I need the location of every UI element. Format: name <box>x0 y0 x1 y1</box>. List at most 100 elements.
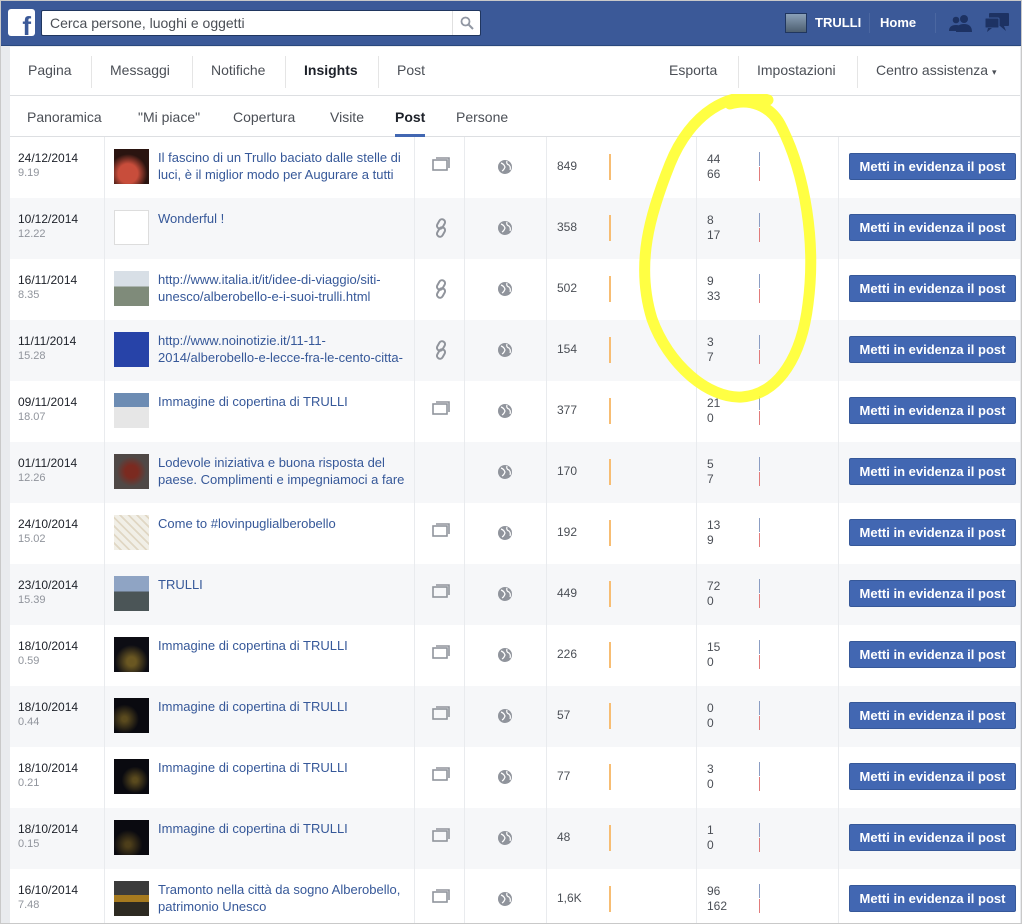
boost-post-button[interactable]: Metti in evidenza il post <box>849 519 1016 546</box>
boost-post-button[interactable]: Metti in evidenza il post <box>849 336 1016 363</box>
post-title-link[interactable]: Come to #lovinpuglialberobello <box>158 515 410 532</box>
photo-icon <box>432 584 450 603</box>
engagement-reactions: 66 <box>707 167 721 181</box>
help-center-menu[interactable]: Centro assistenza ▾ <box>876 47 996 96</box>
post-thumbnail[interactable] <box>114 698 149 733</box>
post-title-link[interactable]: Lodevole iniziativa e buona risposta del… <box>158 454 410 488</box>
tab-mi-piace[interactable]: "Mi piace" <box>138 96 200 137</box>
engagement-bar <box>759 762 760 776</box>
post-thumbnail[interactable] <box>114 515 149 550</box>
post-thumbnail[interactable] <box>114 332 149 367</box>
tab-visite[interactable]: Visite <box>330 96 364 137</box>
post-thumbnail[interactable] <box>114 820 149 855</box>
post-title-link[interactable]: http://www.italia.it/it/idee-di-viaggio/… <box>158 271 410 305</box>
engagement-bar <box>759 716 760 730</box>
post-date-cell: 24/10/2014 15.02 <box>10 503 105 564</box>
post-date-cell: 01/11/2014 12.26 <box>10 442 105 503</box>
page-name-link[interactable]: TRULLI <box>815 15 861 30</box>
photo-icon <box>432 401 450 420</box>
friend-requests-icon[interactable] <box>948 14 974 32</box>
nav-notifiche[interactable]: Notifiche <box>211 47 265 96</box>
reach-value: 226 <box>557 647 578 661</box>
boost-post-button[interactable]: Metti in evidenza il post <box>849 275 1016 302</box>
page-nav: Pagina Messaggi Notifiche Insights Post … <box>10 47 1020 96</box>
boost-post-button[interactable]: Metti in evidenza il post <box>849 702 1016 729</box>
nav-pagina[interactable]: Pagina <box>28 47 72 96</box>
nav-messaggi[interactable]: Messaggi <box>110 47 170 96</box>
reach-cell: 192 <box>547 503 697 564</box>
engagement-reactions: 0 <box>707 777 714 791</box>
nav-post[interactable]: Post <box>397 47 425 96</box>
post-date-cell: 16/10/2014 7.48 <box>10 869 105 924</box>
reach-value: 358 <box>557 220 578 234</box>
post-cell: Immagine di copertina di TRULLI <box>105 686 415 747</box>
post-title-link[interactable]: http://www.noinotizie.it/11-11-2014/albe… <box>158 332 410 366</box>
boost-post-button[interactable]: Metti in evidenza il post <box>849 641 1016 668</box>
post-thumbnail[interactable] <box>114 881 149 916</box>
post-thumbnail[interactable] <box>114 576 149 611</box>
photo-icon <box>432 645 450 664</box>
messages-icon[interactable] <box>984 12 1010 34</box>
post-title-link[interactable]: Wonderful ! <box>158 210 410 227</box>
engagement-bar <box>759 396 760 410</box>
engagement-cell: 44 66 <box>697 137 839 198</box>
settings-link[interactable]: Impostazioni <box>757 47 836 96</box>
reach-value: 77 <box>557 769 571 783</box>
reach-bar <box>609 886 611 912</box>
post-type-cell <box>415 259 465 320</box>
reach-value: 170 <box>557 464 578 478</box>
page-avatar[interactable] <box>785 13 807 33</box>
boost-post-button[interactable]: Metti in evidenza il post <box>849 458 1016 485</box>
boost-cell: Metti in evidenza il post <box>839 198 1020 259</box>
reach-cell: 170 <box>547 442 697 503</box>
tab-post[interactable]: Post <box>395 96 426 137</box>
post-thumbnail[interactable] <box>114 210 149 245</box>
post-date: 11/11/2014 <box>18 334 77 348</box>
post-title-link[interactable]: TRULLI <box>158 576 410 593</box>
tab-panoramica[interactable]: Panoramica <box>27 96 102 137</box>
post-thumbnail[interactable] <box>114 393 149 428</box>
targeting-cell <box>465 442 547 503</box>
post-title-link[interactable]: Immagine di copertina di TRULLI <box>158 759 410 776</box>
globe-icon <box>497 403 513 424</box>
nav-insights[interactable]: Insights <box>304 47 358 96</box>
engagement-bar <box>759 228 760 242</box>
home-link[interactable]: Home <box>880 15 916 30</box>
tab-persone[interactable]: Persone <box>456 96 508 137</box>
post-thumbnail[interactable] <box>114 271 149 306</box>
post-date: 01/11/2014 <box>18 456 78 470</box>
post-title-link[interactable]: Immagine di copertina di TRULLI <box>158 637 410 654</box>
search-button[interactable] <box>452 11 480 35</box>
post-title-link[interactable]: Tramonto nella città da sogno Alberobell… <box>158 881 410 915</box>
engagement-reactions: 0 <box>707 838 714 852</box>
boost-post-button[interactable]: Metti in evidenza il post <box>849 763 1016 790</box>
post-title-link[interactable]: Il fascino di un Trullo baciato dalle st… <box>158 149 410 183</box>
post-title-link[interactable]: Immagine di copertina di TRULLI <box>158 820 410 837</box>
boost-post-button[interactable]: Metti in evidenza il post <box>849 885 1016 912</box>
boost-post-button[interactable]: Metti in evidenza il post <box>849 824 1016 851</box>
reach-value: 57 <box>557 708 571 722</box>
facebook-logo[interactable]: f <box>8 9 35 39</box>
search-input[interactable] <box>42 11 442 35</box>
post-type-cell <box>415 747 465 808</box>
post-thumbnail[interactable] <box>114 759 149 794</box>
post-cell: Immagine di copertina di TRULLI <box>105 808 415 869</box>
engagement-clicks: 44 <box>707 152 721 166</box>
post-time: 18.07 <box>18 411 46 423</box>
tab-copertura[interactable]: Copertura <box>233 96 295 137</box>
targeting-cell <box>465 259 547 320</box>
post-title-link[interactable]: Immagine di copertina di TRULLI <box>158 393 410 410</box>
post-thumbnail[interactable] <box>114 149 149 184</box>
post-thumbnail[interactable] <box>114 454 149 489</box>
post-title-link[interactable]: Immagine di copertina di TRULLI <box>158 698 410 715</box>
export-link[interactable]: Esporta <box>669 47 717 96</box>
divider <box>378 56 379 88</box>
boost-post-button[interactable]: Metti in evidenza il post <box>849 397 1016 424</box>
post-thumbnail[interactable] <box>114 637 149 672</box>
engagement-cell: 0 0 <box>697 686 839 747</box>
divider <box>91 56 92 88</box>
boost-post-button[interactable]: Metti in evidenza il post <box>849 153 1016 180</box>
engagement-cell: 5 7 <box>697 442 839 503</box>
boost-post-button[interactable]: Metti in evidenza il post <box>849 580 1016 607</box>
boost-post-button[interactable]: Metti in evidenza il post <box>849 214 1016 241</box>
